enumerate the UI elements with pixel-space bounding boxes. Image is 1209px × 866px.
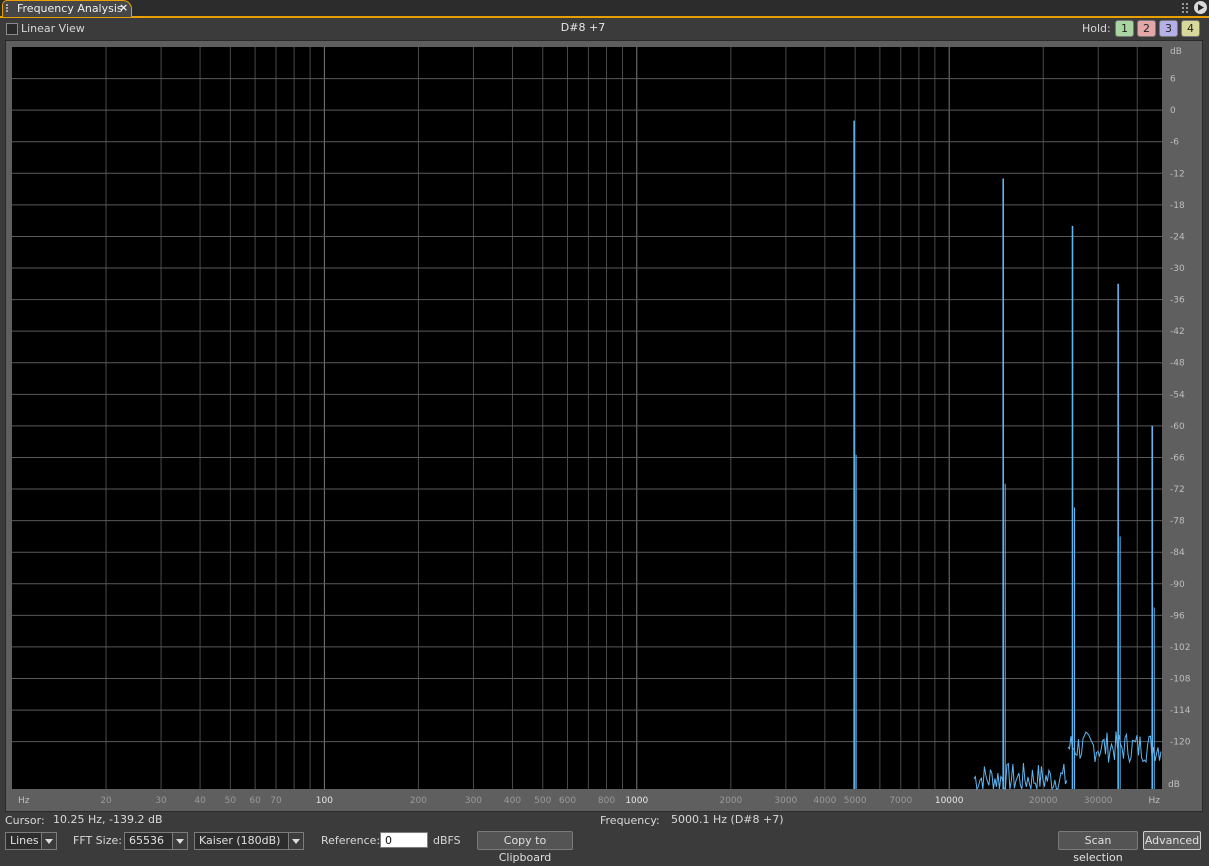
cursor-label: Cursor: bbox=[5, 814, 45, 827]
y-tick-label: -30 bbox=[1170, 264, 1185, 274]
y-tick-label: -96 bbox=[1170, 611, 1185, 621]
panel-menu-icon[interactable] bbox=[1194, 1, 1207, 14]
frequency-label: Frequency: bbox=[600, 814, 660, 827]
y-tick-label: -114 bbox=[1170, 706, 1191, 716]
x-tick-label: 800 bbox=[598, 796, 615, 806]
tab-grip-icon[interactable] bbox=[6, 4, 12, 14]
x-tick-label: 200 bbox=[410, 796, 427, 806]
y-tick-label: -72 bbox=[1170, 485, 1185, 495]
y-tick-label: -54 bbox=[1170, 390, 1185, 400]
graph-mode-select[interactable]: Lines bbox=[5, 832, 57, 850]
tab-frequency-analysis[interactable]: Frequency Analysis × bbox=[2, 0, 132, 17]
note-readout: D#8 +7 bbox=[560, 21, 606, 34]
y-tick-label: -102 bbox=[1170, 643, 1190, 653]
x-tick-label: 30000 bbox=[1084, 796, 1113, 806]
fft-size-value: 65536 bbox=[129, 834, 164, 847]
x-tick-label: 1000 bbox=[625, 796, 648, 806]
y-tick-label: -24 bbox=[1170, 232, 1185, 242]
window-function-value: Kaiser (180dB) bbox=[199, 834, 281, 847]
x-tick-label: 4000 bbox=[813, 796, 836, 806]
linear-view-label: Linear View bbox=[21, 22, 85, 35]
x-tick-label: 5000 bbox=[844, 796, 867, 806]
y-tick-label: -12 bbox=[1170, 169, 1185, 179]
y-unit-label: dB bbox=[1170, 47, 1182, 57]
x-tick-label: 600 bbox=[559, 796, 576, 806]
x-tick-label: 60 bbox=[249, 796, 261, 806]
chevron-down-icon[interactable] bbox=[41, 833, 56, 849]
x-tick-label: 20000 bbox=[1029, 796, 1058, 806]
chevron-down-icon[interactable] bbox=[172, 833, 187, 849]
y-tick-label: -78 bbox=[1170, 517, 1185, 527]
y-tick-label: -108 bbox=[1170, 674, 1191, 684]
y-tick-label: -48 bbox=[1170, 359, 1185, 369]
hold-button-1[interactable]: 1 bbox=[1115, 20, 1134, 37]
reference-input[interactable] bbox=[380, 832, 428, 848]
x-unit-label: Hz bbox=[18, 796, 30, 806]
x-tick-label: 300 bbox=[465, 796, 482, 806]
y-tick-label: 6 bbox=[1170, 75, 1176, 85]
scan-selection-button[interactable]: Scan selection bbox=[1058, 831, 1138, 864]
y-tick-label: -42 bbox=[1170, 327, 1185, 337]
panel-tab-bar: Frequency Analysis × bbox=[0, 0, 1209, 18]
x-tick-label: 3000 bbox=[774, 796, 797, 806]
plot-background bbox=[12, 47, 1162, 789]
x-tick-label: 20 bbox=[100, 796, 112, 806]
x-tick-label: 40 bbox=[194, 796, 206, 806]
y-tick-label: -120 bbox=[1170, 738, 1191, 748]
reference-unit-label: dBFS bbox=[433, 834, 461, 847]
x-tick-label: 10000 bbox=[935, 796, 964, 806]
frequency-readout: 5000.1 Hz (D#8 +7) bbox=[671, 813, 784, 826]
graph-mode-value: Lines bbox=[10, 834, 39, 847]
hold-label: Hold: bbox=[1082, 22, 1111, 35]
y-tick-label: -18 bbox=[1170, 201, 1185, 211]
x-tick-label: 100 bbox=[316, 796, 333, 806]
x-tick-label: 70 bbox=[270, 796, 282, 806]
x-tick-label: 500 bbox=[534, 796, 551, 806]
hold-button-3[interactable]: 3 bbox=[1159, 20, 1178, 37]
x-tick-label: 400 bbox=[504, 796, 521, 806]
y-tick-label: -84 bbox=[1170, 548, 1185, 558]
panel-grip-icon[interactable] bbox=[1182, 3, 1192, 13]
tab-title: Frequency Analysis bbox=[17, 2, 123, 15]
chevron-down-icon[interactable] bbox=[288, 833, 303, 849]
fft-size-select[interactable]: 65536 bbox=[124, 832, 188, 850]
copy-to-clipboard-button[interactable]: Copy to Clipboard bbox=[477, 831, 573, 864]
y-tick-label: -6 bbox=[1170, 138, 1179, 148]
y-tick-label: 0 bbox=[1170, 106, 1176, 116]
y-tick-label: -66 bbox=[1170, 453, 1185, 463]
y-tick-label: -90 bbox=[1170, 580, 1185, 590]
cursor-readout: 10.25 Hz, -139.2 dB bbox=[53, 813, 163, 826]
close-icon[interactable]: × bbox=[119, 1, 128, 14]
x-tick-label: 30 bbox=[155, 796, 167, 806]
frequency-spectrum-chart[interactable]: 60-6-12-18-24-30-36-42-48-54-60-66-72-78… bbox=[12, 47, 1198, 807]
y-tick-label: -60 bbox=[1170, 422, 1185, 432]
y-tick-label: -36 bbox=[1170, 296, 1185, 306]
hold-button-2[interactable]: 2 bbox=[1137, 20, 1156, 37]
reference-label: Reference: bbox=[321, 834, 381, 847]
x-tick-label: 2000 bbox=[719, 796, 742, 806]
x-unit-label: Hz bbox=[1149, 796, 1161, 806]
hold-button-4[interactable]: 4 bbox=[1181, 20, 1200, 37]
fft-size-label: FFT Size: bbox=[73, 834, 122, 847]
advanced-button[interactable]: Advanced bbox=[1143, 831, 1201, 850]
y-unit-label: dB bbox=[1168, 780, 1180, 790]
linear-view-checkbox[interactable] bbox=[6, 23, 18, 35]
x-tick-label: 50 bbox=[225, 796, 237, 806]
x-tick-label: 7000 bbox=[889, 796, 912, 806]
window-function-select[interactable]: Kaiser (180dB) bbox=[194, 832, 304, 850]
